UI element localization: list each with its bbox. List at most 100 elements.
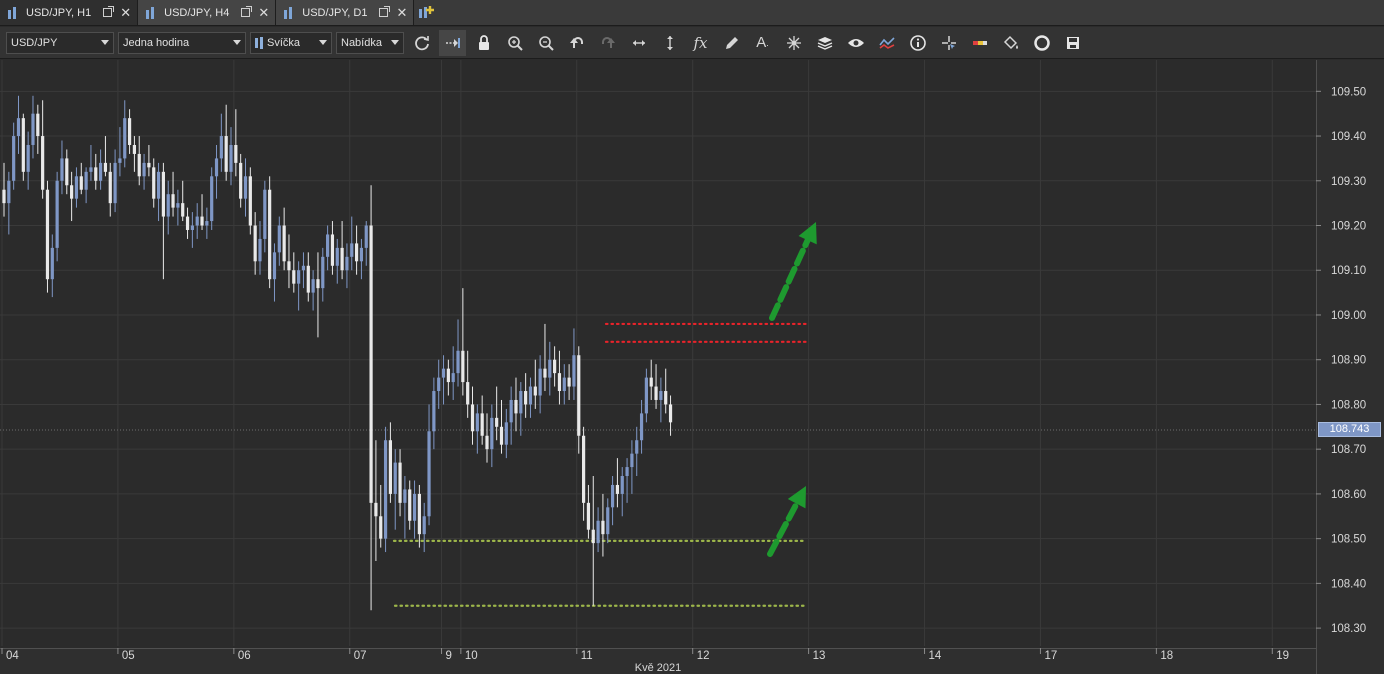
chart-type-select[interactable]: Svíčka [250, 31, 332, 54]
chart-tab-bar: USD/JPY, H1 ✕ USD/JPY, H4 ✕ USD/JPY, D1 … [0, 0, 1384, 26]
popout-icon[interactable] [103, 6, 115, 17]
candle-body [99, 162, 103, 181]
zoom-out-icon[interactable] [532, 30, 559, 56]
refresh-icon[interactable] [408, 30, 435, 56]
close-icon[interactable]: ✕ [396, 6, 407, 19]
candle-body [185, 216, 190, 230]
candle-body [79, 176, 83, 190]
candle-body [45, 189, 50, 280]
candle-body [65, 158, 69, 186]
candle-body [412, 493, 417, 521]
compare-chart-icon[interactable] [873, 30, 900, 56]
chevron-down-icon [391, 40, 399, 45]
crosshair-star-icon[interactable] [780, 30, 807, 56]
tab-usdjpy-h4[interactable]: USD/JPY, H4 ✕ [138, 0, 277, 25]
close-icon[interactable]: ✕ [258, 6, 269, 19]
candle-body [118, 158, 122, 163]
candle-body [393, 462, 397, 494]
x-tick-label: 11 [581, 650, 593, 662]
color-bar-icon[interactable] [966, 30, 993, 56]
redo-icon[interactable] [594, 30, 621, 56]
candle-body [60, 158, 64, 181]
eye-icon[interactable] [842, 30, 869, 56]
price-side-select[interactable]: Nabídka [336, 31, 404, 54]
candlestick-icon [284, 6, 293, 19]
add-chart-icon[interactable] [414, 0, 438, 25]
candle-body [514, 399, 518, 414]
period-value: Jedna hodina [123, 36, 190, 49]
candle-body [74, 176, 79, 199]
period-select[interactable]: Jedna hodina [118, 31, 246, 54]
candle-body [451, 373, 455, 383]
info-icon[interactable] [904, 30, 931, 56]
popout-icon[interactable] [241, 6, 253, 17]
candle-body [41, 136, 45, 190]
candle-body [70, 185, 74, 199]
candle-body [504, 422, 508, 445]
undo-icon[interactable] [563, 30, 590, 56]
candle-body [214, 158, 219, 177]
candlestick-chart[interactable]: 109.50 109.40 109.30 109.20 109.10 109.00 108.… [0, 60, 1384, 674]
layers-icon[interactable] [811, 30, 838, 56]
tab-usdjpy-h1[interactable]: USD/JPY, H1 ✕ [0, 0, 139, 25]
tab-usdjpy-d1[interactable]: USD/JPY, D1 ✕ [276, 0, 415, 25]
candle-body [548, 359, 552, 378]
x-tick-label: 10 [465, 650, 478, 662]
candle-body [364, 225, 368, 248]
x-tick-label: 12 [697, 650, 710, 662]
candle-body [292, 270, 296, 284]
x-tick-label: 04 [6, 650, 19, 662]
candle-body [437, 377, 441, 392]
zoom-in-icon[interactable] [501, 30, 528, 56]
paint-bucket-icon[interactable] [997, 30, 1024, 56]
chart-area[interactable]: 109.50 109.40 109.30 109.20 109.10 109.00 108.… [0, 60, 1384, 674]
theme-icon[interactable] [1028, 30, 1055, 56]
candle-body [350, 243, 354, 257]
candle-body [89, 167, 93, 172]
candle-body [103, 162, 108, 172]
candle-body [359, 247, 364, 262]
candle-body [156, 171, 161, 199]
candle-body [282, 225, 286, 262]
candle-body [427, 431, 431, 517]
candle-body [94, 167, 98, 181]
pencil-icon[interactable] [718, 30, 745, 56]
candle-body [340, 247, 344, 271]
candle-body [263, 189, 267, 239]
shift-chart-icon[interactable] [439, 29, 466, 56]
candle-body [524, 391, 528, 405]
candle-body [538, 368, 542, 396]
candle-body [326, 234, 330, 257]
candle-body [321, 256, 325, 289]
save-icon[interactable] [1059, 30, 1086, 56]
instrument-select[interactable]: USD/JPY [6, 31, 114, 54]
cursor-cross-icon[interactable] [935, 30, 962, 56]
candle-body [495, 417, 499, 427]
candlestick-icon [8, 6, 16, 19]
y-tick-label: 109.20 [1331, 221, 1366, 233]
candle-body [668, 404, 673, 423]
candle-body [84, 171, 88, 190]
lock-icon[interactable] [470, 30, 497, 56]
candle-body [610, 484, 615, 508]
horizontal-resize-icon[interactable] [625, 30, 652, 56]
candle-body [176, 203, 180, 208]
candle-body [224, 136, 228, 172]
y-tick-label: 108.50 [1331, 534, 1366, 546]
candle-body [635, 440, 639, 454]
popout-icon[interactable] [379, 6, 391, 17]
candle-body [127, 118, 132, 145]
vertical-resize-icon[interactable] [656, 30, 683, 56]
y-tick-label: 108.30 [1331, 623, 1366, 635]
text-tool-icon[interactable]: A. [749, 30, 776, 56]
y-tick-label: 109.40 [1331, 131, 1366, 143]
candle-body [499, 426, 504, 445]
indicator-fx-icon[interactable]: fx [687, 30, 714, 56]
candle-body [152, 167, 156, 199]
close-icon[interactable]: ✕ [120, 6, 131, 19]
candle-body [383, 440, 388, 539]
candle-body [461, 350, 465, 383]
candle-body [171, 194, 175, 208]
y-tick-label: 108.60 [1331, 489, 1366, 501]
candle-body [306, 265, 310, 293]
